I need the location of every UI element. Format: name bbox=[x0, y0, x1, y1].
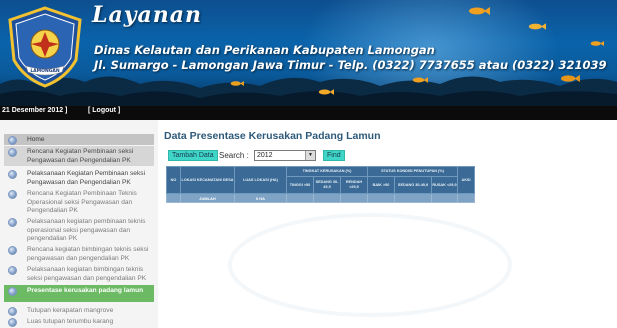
sidebar-item-label: Rencana kegiatan bimbingan teknis seksi … bbox=[27, 246, 149, 262]
header-banner: LAMONGAN Layanan Dinas Kelautan dan Peri… bbox=[0, 0, 617, 106]
sidebar-item-label: Pelaksanaan kegiatan bimbingan teknis se… bbox=[27, 266, 147, 282]
sidebar-item-terumbu-karang[interactable]: Luas tutupan terumbu karang bbox=[4, 316, 154, 327]
sidebar-item-label: Luas tutupan terumbu karang bbox=[27, 318, 114, 325]
col-header-luas: LUAS LOKASI (HA) bbox=[234, 166, 287, 194]
sidebar-item-pelaksanaan-teknis-operasional[interactable]: Pelaksanaan kegiatan pembinaan teknis op… bbox=[4, 216, 154, 244]
svg-text:LAMONGAN: LAMONGAN bbox=[30, 68, 60, 74]
col-subheader-tinggi: TINGGI >50 bbox=[286, 176, 314, 194]
fish-icon bbox=[412, 77, 428, 83]
col-subheader-rusak: RUSAK <29,9 bbox=[431, 176, 458, 194]
bullet-icon bbox=[8, 318, 17, 327]
sidebar-item-label: Home bbox=[27, 136, 45, 143]
bullet-icon bbox=[8, 246, 17, 255]
year-select[interactable]: 2012 ▼ bbox=[254, 150, 316, 161]
bullet-icon bbox=[8, 307, 17, 316]
bullet-icon bbox=[8, 190, 17, 199]
sidebar-item-pelaksanaan-bimbingan-teknis[interactable]: Pelaksanaan kegiatan bimbingan teknis se… bbox=[4, 264, 154, 284]
sidebar-item-rencana-bimbingan-teknis[interactable]: Rencana kegiatan bimbingan teknis seksi … bbox=[4, 244, 154, 264]
bullet-icon bbox=[8, 287, 17, 296]
find-button[interactable]: Find bbox=[323, 150, 345, 161]
col-header-no: NO bbox=[166, 166, 181, 194]
logout-link[interactable]: [ Logout ] bbox=[88, 107, 120, 114]
fish-icon bbox=[469, 7, 490, 15]
sidebar-item-label: Tutupan kerapatan mangrove bbox=[27, 307, 114, 314]
total-label: JUMLAH bbox=[180, 193, 235, 203]
col-header-aksi: AKSI bbox=[457, 166, 475, 194]
total-value: 0 HA bbox=[234, 193, 287, 203]
watermark-emblem bbox=[228, 213, 512, 317]
sidebar-item-padang-lamun[interactable]: Presentase kerusakan padang lamun bbox=[4, 285, 154, 302]
sidebar-nav: Home Rencana Kegiatan Pembinaan seksi Pe… bbox=[0, 120, 158, 328]
sidebar-item-mangrove[interactable]: Tutupan kerapatan mangrove bbox=[4, 305, 154, 316]
agency-name: Dinas Kelautan dan Perikanan Kabupaten L… bbox=[94, 43, 435, 57]
fish-icon bbox=[561, 74, 580, 83]
sidebar-item-label: Pelaksanaan kegiatan pembinaan teknis op… bbox=[27, 218, 146, 243]
col-subheader-rendah: RENDAH <29,9 bbox=[340, 176, 368, 194]
fish-icon bbox=[318, 89, 334, 95]
fish-icon bbox=[590, 40, 604, 47]
bullet-icon bbox=[8, 218, 17, 227]
agency-address: Jl. Sumargo - Lamongan Jawa Timur - Telp… bbox=[94, 58, 607, 72]
bullet-icon bbox=[8, 266, 17, 275]
fish-icon bbox=[528, 23, 546, 30]
col-subheader-sedang: SEDANG 30-49,9 bbox=[313, 176, 341, 194]
sidebar-item-rencana-pembinaan[interactable]: Rencana Kegiatan Pembinaan seksi Pengawa… bbox=[4, 146, 154, 166]
page-title: Data Presentase Kerusakan Padang Lamun bbox=[164, 130, 381, 142]
add-data-button[interactable]: Tambah Data bbox=[168, 150, 218, 161]
data-table: NO LOKASI KECAMATAN/ DESA LUAS LOKASI (H… bbox=[166, 166, 475, 203]
coral-reef-decoration bbox=[0, 76, 617, 106]
col-header-status-kondisi: STATUS KONDISI PENUTUPAN (%) bbox=[367, 166, 458, 177]
bullet-icon bbox=[8, 170, 17, 179]
bullet-icon bbox=[8, 148, 17, 157]
col-subheader-sedang-status: SEDANG 30-49,9 bbox=[394, 176, 432, 194]
sidebar-item-label: Presentase kerusakan padang lamun bbox=[27, 287, 144, 294]
banner-title: Layanan bbox=[92, 2, 203, 28]
lamongan-emblem-logo: LAMONGAN bbox=[8, 6, 82, 88]
year-select-value: 2012 bbox=[257, 152, 273, 159]
sidebar-item-rencana-teknis-operasional[interactable]: Rencana Kegiatan Pembinaan Teknis Operas… bbox=[4, 188, 154, 216]
col-header-lokasi: LOKASI KECAMATAN/ DESA bbox=[180, 166, 235, 194]
dropdown-arrow-icon[interactable]: ▼ bbox=[305, 151, 315, 160]
sidebar-item-pelaksanaan-pembinaan[interactable]: Pelaksanaan Kegiatan Pembinaan seksi Pen… bbox=[4, 168, 154, 188]
current-date: 21 Desember 2012 ] bbox=[2, 107, 68, 114]
sidebar-item-home[interactable]: Home bbox=[4, 134, 154, 145]
user-bar: 21 Desember 2012 ] [ Logout ] bbox=[0, 106, 617, 120]
sidebar-item-label: Rencana Kegiatan Pembinaan Teknis Operas… bbox=[27, 190, 137, 215]
col-subheader-baik: BAIK >50 bbox=[367, 176, 395, 194]
sidebar-item-label: Pelaksanaan Kegiatan Pembinaan seksi Pen… bbox=[27, 170, 146, 186]
search-label: Search : bbox=[219, 151, 249, 160]
bullet-icon bbox=[8, 136, 17, 145]
table-row-total: JUMLAH 0 HA bbox=[166, 193, 475, 203]
col-header-tingkat-kerusakan: TINGKAT KERUSAKAN (%) bbox=[286, 166, 368, 177]
fish-icon bbox=[230, 80, 244, 87]
sidebar-item-label: Rencana Kegiatan Pembinaan seksi Pengawa… bbox=[27, 148, 134, 164]
